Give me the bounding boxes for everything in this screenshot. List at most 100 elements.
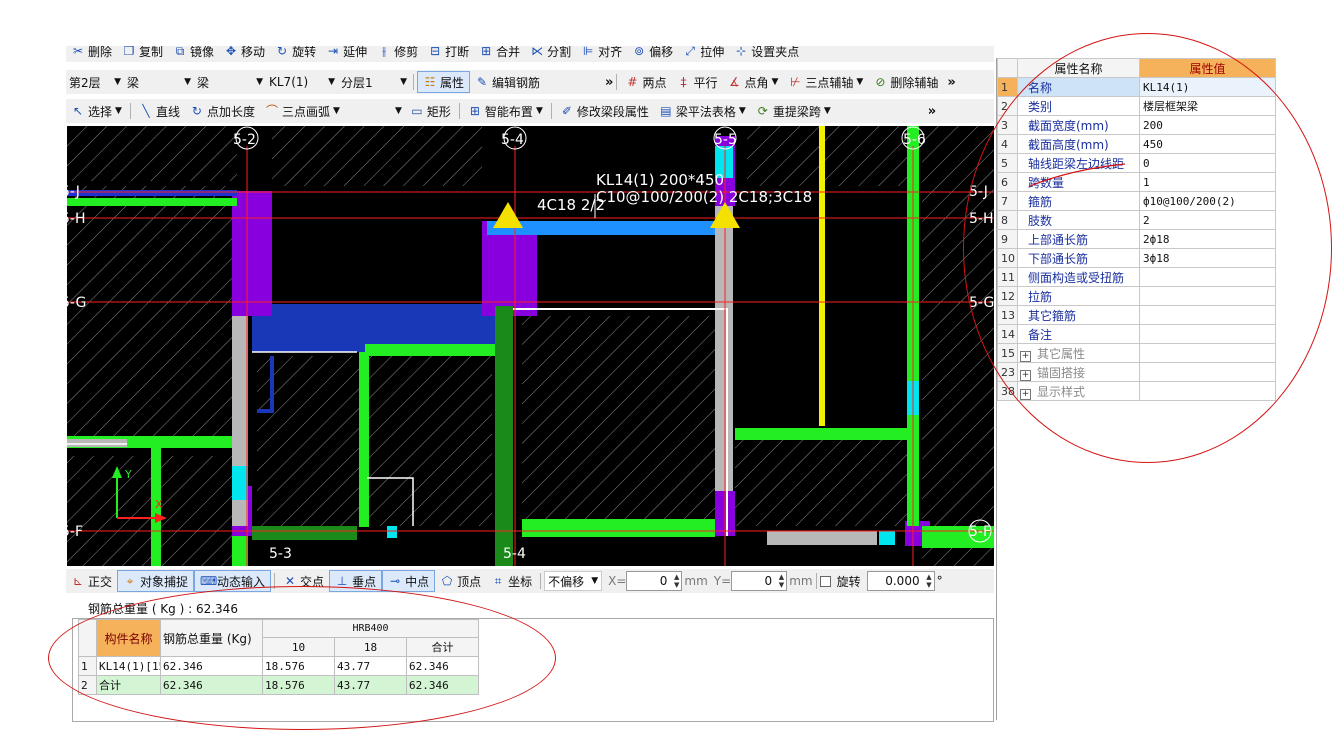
rect-tool[interactable]: ▭ 矩形 — [405, 100, 456, 122]
edit-tool-7[interactable]: ⊟ 打断 — [423, 46, 474, 62]
grip-point-icon[interactable] — [493, 202, 523, 228]
property-row[interactable]: 1 名称 KL14(1) — [997, 77, 1276, 97]
edit-tool-9[interactable]: ⋉ 分割 — [525, 46, 576, 62]
column-header-total[interactable]: 钢筋总重量 (Kg) — [160, 619, 263, 657]
property-group-row[interactable]: 23 + 锚固搭接 — [997, 362, 1276, 382]
three-point-arc-tool[interactable]: ⌒ 三点画弧 ▼ — [260, 100, 345, 122]
dynamic-input-toggle[interactable]: ⌨ 动态输入 — [194, 570, 272, 592]
edit-tool-13[interactable]: ⊹ 设置夹点 — [729, 46, 804, 62]
property-row[interactable]: 2 类别 楼层框架梁 — [997, 96, 1276, 116]
property-row[interactable]: 8 肢数 2 — [997, 210, 1276, 230]
arc-mode-select[interactable]: ▼ — [345, 101, 405, 121]
property-row[interactable]: 12 拉筋 — [997, 286, 1276, 306]
axis-label: 5-H — [67, 211, 86, 227]
edit-tool-5[interactable]: ⇥ 延伸 — [321, 46, 372, 62]
edit-tool-0[interactable]: ✂ 删除 — [66, 46, 117, 62]
spinner-icon[interactable]: ▲ ▼ — [674, 573, 679, 589]
vertex-snap[interactable]: ⬠ 顶点 — [435, 570, 486, 592]
property-value[interactable] — [1139, 305, 1276, 325]
property-value[interactable] — [1139, 324, 1276, 344]
property-button[interactable]: ☷ 属性 — [417, 71, 471, 93]
type2-select[interactable]: 梁 ▼ — [194, 72, 266, 92]
y-coordinate-input[interactable]: 0 ▲ ▼ — [731, 571, 788, 591]
toolbar-overflow-icon[interactable]: » — [947, 75, 955, 90]
edit-tool-2[interactable]: ⧉ 镜像 — [168, 46, 219, 62]
layer-select[interactable]: 分层1 ▼ — [338, 72, 410, 92]
object-snap-toggle[interactable]: ⌖ 对象捕捉 — [117, 570, 195, 592]
point-angle-button[interactable]: ∡ 点角 ▼ — [722, 71, 783, 93]
x-coordinate-input[interactable]: 0 ▲ ▼ — [626, 571, 683, 591]
drawing-canvas[interactable]: 5-2 5-4 5-5 5-6 5-3 5-4 5-J 5-H 5-G 5-F … — [67, 126, 994, 566]
property-value[interactable]: 2ф18 — [1139, 229, 1276, 249]
column-header-name[interactable]: 构件名称 — [96, 619, 161, 657]
table-row-total[interactable]: 2 合计 62.346 18.576 43.77 62.346 — [78, 675, 479, 695]
delete-axis-button[interactable]: ⊘ 删除辅轴 — [868, 71, 943, 93]
property-group[interactable]: + 锚固搭接 — [1017, 362, 1140, 382]
edit-tool-12[interactable]: ⤢ 拉伸 — [678, 46, 729, 62]
property-value[interactable]: 2 — [1139, 210, 1276, 230]
beam-table-button[interactable]: ▤ 梁平法表格 ▼ — [654, 100, 751, 122]
parallel-axis-button[interactable]: ‡ 平行 — [671, 71, 722, 93]
chevron-down-icon: ▼ — [823, 106, 831, 116]
property-value[interactable] — [1139, 267, 1276, 287]
property-row[interactable]: 4 截面高度(mm) 450 — [997, 134, 1276, 154]
line-tool[interactable]: ╲ 直线 — [134, 100, 185, 122]
edit-tool-3[interactable]: ✥ 移动 — [219, 46, 270, 62]
property-row[interactable]: 14 备注 — [997, 324, 1276, 344]
offset-mode-select[interactable]: 不偏移 ▼ — [544, 571, 603, 591]
edit-rebar-button[interactable]: ✎ 编辑钢筋 — [470, 71, 545, 93]
property-row[interactable]: 3 截面宽度(mm) 200 — [997, 115, 1276, 135]
reextract-span-button[interactable]: ⟳ 重提梁跨 ▼ — [751, 100, 836, 122]
edit-tool-11[interactable]: ⊚ 偏移 — [627, 46, 678, 62]
edit-tool-icon: ⤢ — [685, 46, 695, 58]
property-value[interactable] — [1139, 286, 1276, 306]
edit-tool-6[interactable]: ⫲ 修剪 — [372, 46, 423, 62]
property-value[interactable]: 楼层框架梁 — [1139, 96, 1276, 116]
property-group[interactable]: + 其它属性 — [1017, 343, 1140, 363]
row-number: 1 — [997, 77, 1018, 97]
property-value[interactable]: 450 — [1139, 134, 1276, 154]
select-tool[interactable]: ↖ 选择 ▼ — [66, 100, 127, 122]
rotate-input[interactable]: 0.000 ▲ ▼ — [866, 571, 935, 591]
property-value[interactable]: KL14(1) — [1139, 77, 1276, 97]
intersection-snap[interactable]: ✕ 交点 — [278, 570, 329, 592]
property-group[interactable]: + 显示样式 — [1017, 381, 1140, 401]
toolbar-overflow-icon[interactable]: » — [928, 104, 936, 119]
property-row[interactable]: 13 其它箍筋 — [997, 305, 1276, 325]
expand-icon[interactable]: + — [1020, 350, 1031, 362]
rotate-checkbox[interactable] — [819, 575, 831, 587]
two-point-axis-button[interactable]: # 两点 — [620, 71, 671, 93]
element-select[interactable]: KL7(1) ▼ — [266, 72, 338, 92]
property-value[interactable]: 200 — [1139, 115, 1276, 135]
point-length-tool[interactable]: ↻ 点加长度 — [185, 100, 260, 122]
modify-beam-segment-button[interactable]: ✐ 修改梁段属性 — [555, 100, 654, 122]
property-value[interactable]: ф10@100/200(2) — [1139, 191, 1276, 211]
expand-icon[interactable]: + — [1020, 369, 1031, 381]
three-point-axis-button[interactable]: ⊬ 三点辅轴 ▼ — [783, 71, 868, 93]
property-group-row[interactable]: 15 + 其它属性 — [997, 343, 1276, 363]
coordinate-snap[interactable]: ⌗ 坐标 — [486, 570, 537, 592]
toolbar-overflow-icon[interactable]: » — [605, 75, 613, 90]
expand-icon[interactable]: + — [1020, 388, 1031, 400]
midpoint-snap[interactable]: ⊸ 中点 — [382, 570, 436, 592]
edit-tool-10[interactable]: ⊫ 对齐 — [576, 46, 627, 62]
type1-select[interactable]: 梁 ▼ — [124, 72, 194, 92]
property-row[interactable]: 11 侧面构造或受扭筋 — [997, 267, 1276, 287]
property-value[interactable]: 1 — [1139, 172, 1276, 192]
smart-layout-button[interactable]: ⊞ 智能布置 ▼ — [463, 100, 548, 122]
edit-tool-1[interactable]: ❐ 复制 — [117, 46, 168, 62]
floor-select[interactable]: 第2层 ▼ — [66, 72, 124, 92]
property-row[interactable]: 9 上部通长筋 2ф18 — [997, 229, 1276, 249]
property-group-row[interactable]: 38 + 显示样式 — [997, 381, 1276, 401]
property-value[interactable]: 3ф18 — [1139, 248, 1276, 268]
spinner-icon[interactable]: ▲ ▼ — [779, 573, 784, 589]
table-row[interactable]: 1 KL14(1)[15 62.346 18.576 43.77 62.346 — [78, 656, 479, 676]
edit-tool-icon: ⊟ — [430, 46, 441, 58]
edit-tool-8[interactable]: ⊞ 合并 — [474, 46, 525, 62]
property-row[interactable]: 10 下部通长筋 3ф18 — [997, 248, 1276, 268]
ortho-toggle[interactable]: ⊾ 正交 — [66, 570, 117, 592]
spinner-icon[interactable]: ▲ ▼ — [926, 573, 931, 589]
perpendicular-snap[interactable]: ⊥ 垂点 — [329, 570, 383, 592]
property-value[interactable]: 0 — [1139, 153, 1276, 173]
edit-tool-4[interactable]: ↻ 旋转 — [270, 46, 321, 62]
